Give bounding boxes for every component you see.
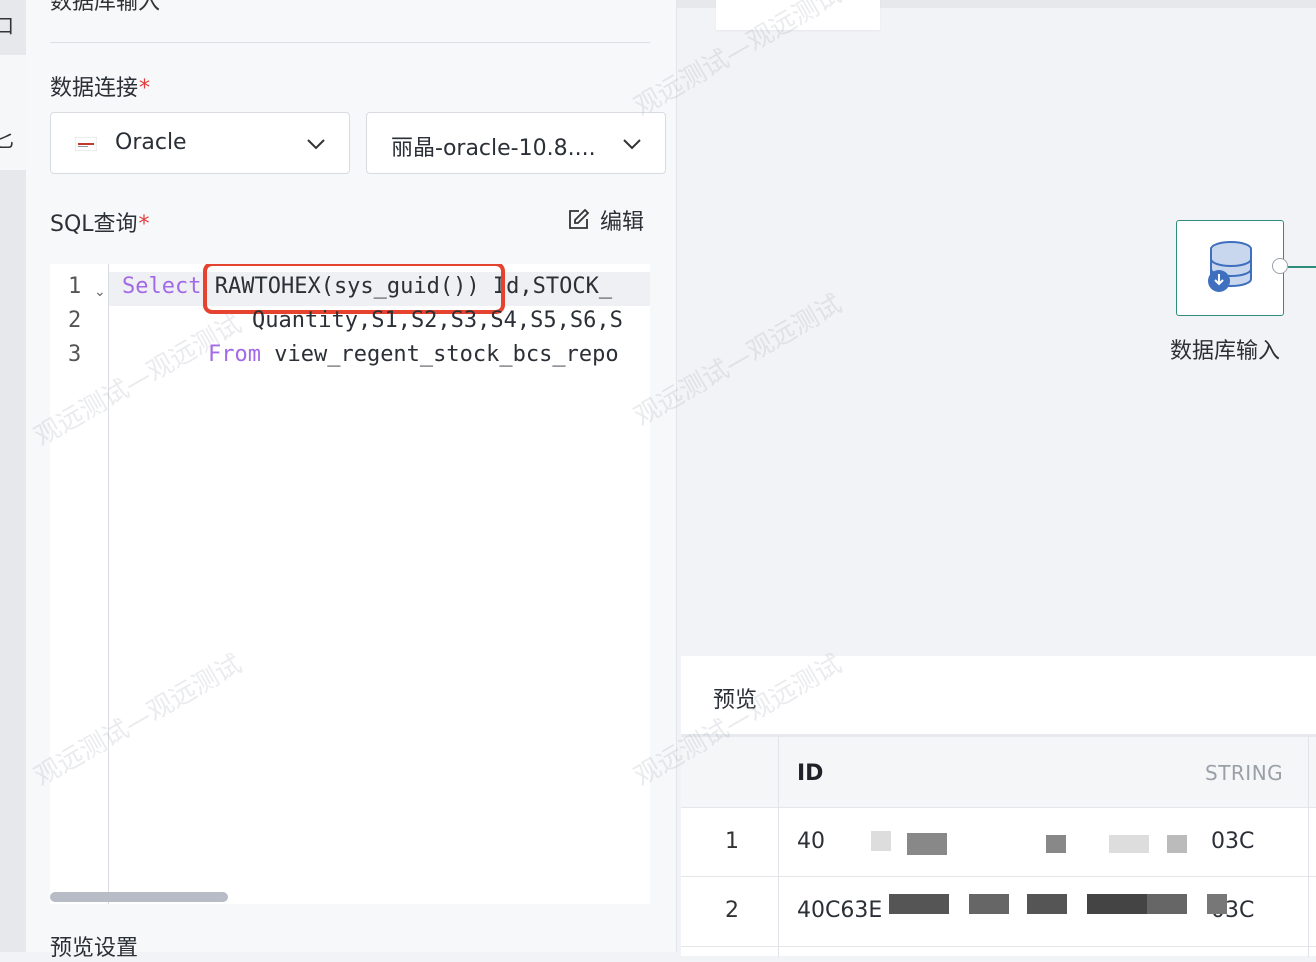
line-number: 3 [68, 342, 82, 367]
row-number: 1 [725, 829, 739, 854]
line-number: 2 [68, 308, 82, 333]
edit-label: 编辑 [600, 210, 645, 235]
redaction-block [1207, 894, 1227, 914]
code-keyword: Select [122, 274, 202, 299]
code-line-3-rest: view_regent_stock_bcs_repo [260, 342, 619, 367]
required-mark: * [139, 76, 151, 101]
node-label: 数据库输入 [1170, 339, 1281, 364]
preview-panel: 预览 ID STRING 1 40 03C 2 40C63E 03C [681, 656, 1316, 957]
redaction-block [1046, 835, 1066, 853]
redaction-block [1167, 835, 1187, 853]
code-line-1: Select RAWTOHEX(sys_guid()) Id,STOCK_ [122, 264, 612, 314]
column-divider[interactable] [1308, 737, 1309, 957]
required-mark: * [138, 212, 150, 237]
table-row[interactable]: 2 40C63E 03C [681, 876, 1316, 947]
redaction-block [871, 831, 891, 851]
sql-label-text: SQL查询 [50, 212, 138, 237]
connection-label: 数据连接* [50, 70, 150, 102]
preview-title: 预览 [713, 688, 758, 713]
redaction-block [889, 894, 949, 914]
edit-icon [569, 208, 590, 229]
database-icon [1208, 241, 1252, 292]
panel-title: 数据库输入 [50, 0, 161, 15]
chevron-down-icon [623, 139, 641, 150]
column-divider [778, 737, 779, 957]
cell-id-suffix: 03C [1211, 829, 1255, 854]
code-keyword: From [208, 342, 261, 367]
db-type-select[interactable]: Oracle [50, 112, 350, 174]
redaction-block [1027, 894, 1067, 914]
row-number: 2 [725, 898, 739, 923]
redaction-block [1109, 835, 1149, 853]
rail-item-1[interactable]: 口 [0, 10, 14, 39]
column-type-label: STRING [1205, 761, 1284, 785]
db-input-node[interactable] [1176, 220, 1284, 316]
column-header-id[interactable]: ID [797, 761, 823, 786]
cell-id-prefix: 40C63E [797, 898, 883, 923]
code-line-2: Quantity,S1,S2,S3,S4,S5,S6,S [252, 308, 623, 333]
chevron-down-icon [307, 139, 325, 150]
rail-item-2[interactable]: 匕 [0, 124, 14, 153]
code-line-3: From view_regent_stock_bcs_repo [208, 342, 619, 367]
table-header-row: ID STRING [681, 737, 1316, 808]
redaction-block [1147, 894, 1187, 914]
redaction-block [969, 894, 1009, 914]
redaction-block [1087, 894, 1147, 914]
canvas-top-card[interactable] [716, 0, 880, 30]
edit-sql-button[interactable]: 编辑 [566, 204, 644, 236]
node-edge [1288, 266, 1316, 268]
table-row[interactable]: 1 40 03C [681, 807, 1316, 877]
sql-label: SQL查询* [50, 206, 150, 238]
panel-divider [50, 42, 650, 43]
db-type-value: Oracle [115, 130, 187, 155]
node-output-port[interactable] [1272, 258, 1288, 274]
line-number: 1 [68, 274, 82, 299]
highlighted-expression: RAWTOHEX(sys_guid()) [202, 264, 505, 314]
horizontal-scrollbar[interactable] [50, 892, 228, 902]
red-highlight-box [202, 264, 505, 314]
db-instance-select[interactable]: 丽晶-oracle-10.8.... [366, 112, 666, 174]
preview-settings-label: 预览设置 [50, 936, 139, 961]
oracle-logo-icon [75, 137, 97, 151]
redaction-block [907, 833, 947, 855]
sql-editor[interactable]: 1 ⌄ 2 3 Select RAWTOHEX(sys_guid()) Id,S… [50, 264, 650, 904]
left-rail: 口 匕 [0, 0, 26, 952]
cell-id-prefix: 40 [797, 829, 825, 854]
connection-label-text: 数据连接 [50, 76, 139, 101]
db-instance-value: 丽晶-oracle-10.8.... [391, 136, 596, 161]
fold-chevron-icon[interactable]: ⌄ [94, 284, 106, 300]
